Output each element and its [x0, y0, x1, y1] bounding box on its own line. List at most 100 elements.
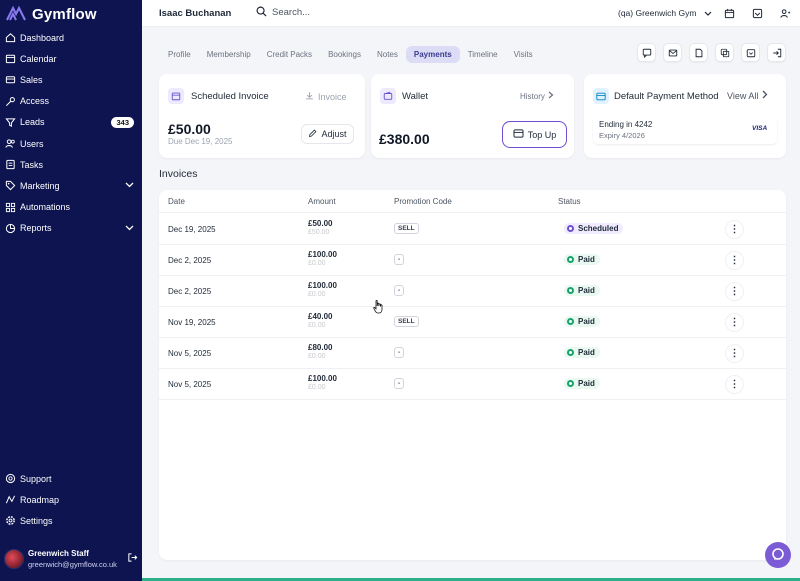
chat-support-button[interactable]: [765, 542, 791, 568]
sidebar-item-leads[interactable]: Leads 343: [0, 112, 142, 133]
chevron-down-icon: [704, 8, 712, 18]
history-link[interactable]: History: [520, 91, 554, 101]
home-icon: [4, 32, 16, 44]
staff-name: Greenwich Staff: [28, 549, 89, 558]
invoice-amount: £40.00: [308, 312, 333, 321]
tab-membership[interactable]: Membership: [199, 46, 259, 63]
table-row[interactable]: Dec 2, 2025 £100.00 £0.00 - Paid ⋮: [159, 276, 786, 307]
top-header: Isaac Buchanan Search... (qa) Greenwich …: [142, 0, 800, 27]
staff-account[interactable]: Greenwich Staff greenwich@gymflow.co.uk: [4, 548, 138, 570]
table-row[interactable]: Nov 19, 2025 £40.00 £0.00 SELL Paid ⋮: [159, 307, 786, 338]
table-row[interactable]: Dec 19, 2025 £50.00 £50.00 SELL Schedule…: [159, 214, 786, 245]
sidebar-item-marketing[interactable]: Marketing: [0, 175, 142, 196]
column-date: Date: [168, 197, 185, 206]
archive-icon[interactable]: [741, 43, 760, 62]
row-menu-button[interactable]: ⋮: [725, 282, 744, 301]
sidebar-item-label: Reports: [20, 223, 52, 234]
status-badge: Paid: [564, 285, 600, 296]
invoice-amount: £100.00: [308, 374, 337, 383]
profile-tabs: Profile Membership Credit Packs Bookings…: [160, 45, 541, 63]
invoice-amount-paid: £0.00: [308, 353, 326, 360]
tab-visits[interactable]: Visits: [506, 46, 541, 63]
payment-method-card: Default Payment Method View All Ending i…: [584, 74, 786, 158]
chevron-down-icon: [125, 224, 134, 233]
invoice-download-link[interactable]: Invoice: [305, 91, 347, 102]
sidebar-item-users[interactable]: Users: [0, 133, 142, 154]
row-menu-button[interactable]: ⋮: [725, 344, 744, 363]
copy-icon[interactable]: [715, 43, 734, 62]
calendar-icon[interactable]: [722, 6, 736, 20]
tab-profile[interactable]: Profile: [160, 46, 199, 63]
sidebar-item-automations[interactable]: Automations: [0, 197, 142, 218]
row-menu-button[interactable]: ⋮: [725, 251, 744, 270]
sidebar-item-label: Sales: [20, 74, 43, 85]
sidebar-item-dashboard[interactable]: Dashboard: [0, 27, 142, 48]
sidebar-item-sales[interactable]: Sales: [0, 69, 142, 90]
top-up-label: Top Up: [527, 129, 557, 140]
sidebar-item-label: Dashboard: [20, 32, 65, 43]
invoice-date: Dec 2, 2025: [168, 256, 212, 265]
exit-icon[interactable]: [767, 43, 786, 62]
view-all-link[interactable]: View All: [727, 90, 768, 101]
history-link-label: History: [520, 91, 545, 101]
sidebar-item-support[interactable]: Support: [0, 468, 142, 489]
brand[interactable]: Gymflow: [6, 4, 97, 24]
row-menu-button[interactable]: ⋮: [725, 313, 744, 332]
gym-select-value: (qa) Greenwich Gym: [618, 8, 697, 18]
sidebar-item-access[interactable]: Access: [0, 91, 142, 112]
invoice-date: Nov 5, 2025: [168, 349, 212, 358]
search-placeholder: Search...: [272, 7, 311, 18]
card-ending: Ending in 4242: [599, 120, 653, 129]
message-icon[interactable]: [637, 43, 656, 62]
status-dot-icon: [567, 349, 574, 356]
scheduled-invoice-title: Scheduled Invoice: [191, 91, 269, 102]
sidebar: Gymflow Dashboard Calendar Sales Access …: [0, 0, 142, 581]
support-icon: [4, 473, 16, 485]
key-icon: [4, 95, 16, 107]
top-up-button[interactable]: Top Up: [502, 121, 567, 148]
email-icon[interactable]: [663, 43, 682, 62]
tab-notes[interactable]: Notes: [369, 46, 406, 63]
logout-icon[interactable]: [127, 552, 138, 566]
table-row[interactable]: Dec 2, 2025 £100.00 £0.00 - Paid ⋮: [159, 245, 786, 276]
wallet-balance: £380.00: [379, 131, 430, 147]
invoice-amount-paid: £0.00: [308, 384, 326, 391]
row-menu-button[interactable]: ⋮: [725, 375, 744, 394]
invoice-amount: £100.00: [308, 250, 337, 259]
status-dot-icon: [567, 318, 574, 325]
table-row[interactable]: Nov 5, 2025 £100.00 £0.00 - Paid ⋮: [159, 369, 786, 400]
sidebar-item-label: Access: [20, 96, 50, 107]
inbox-icon[interactable]: [750, 6, 764, 20]
sidebar-item-reports[interactable]: Reports: [0, 218, 142, 239]
mouse-pointer-icon: [373, 300, 384, 316]
tag-icon: [4, 180, 16, 192]
gym-select[interactable]: (qa) Greenwich Gym: [618, 8, 712, 18]
promo-code: -: [394, 378, 405, 389]
sidebar-item-tasks[interactable]: Tasks: [0, 154, 142, 175]
document-icon[interactable]: [689, 43, 708, 62]
promo-code: -: [394, 347, 405, 358]
status-dot-icon: [567, 256, 574, 263]
table-row[interactable]: Nov 5, 2025 £80.00 £0.00 - Paid ⋮: [159, 338, 786, 369]
invoice-date: Dec 2, 2025: [168, 287, 212, 296]
search-input[interactable]: Search...: [256, 6, 310, 19]
pencil-icon: [308, 129, 317, 140]
card-expiry: Expiry 4/2026: [599, 131, 645, 140]
tab-credit-packs[interactable]: Credit Packs: [259, 46, 320, 63]
user-switch-icon[interactable]: [778, 6, 792, 20]
sidebar-item-label: Calendar: [20, 53, 57, 64]
adjust-label: Adjust: [321, 129, 347, 139]
sidebar-item-calendar[interactable]: Calendar: [0, 48, 142, 69]
status-badge: Paid: [564, 316, 600, 327]
adjust-button[interactable]: Adjust: [301, 124, 354, 144]
sidebar-item-roadmap[interactable]: Roadmap: [0, 489, 142, 510]
tab-payments[interactable]: Payments: [405, 45, 460, 63]
tab-timeline[interactable]: Timeline: [460, 46, 506, 63]
sidebar-item-settings[interactable]: Settings: [0, 510, 142, 531]
saved-card[interactable]: Ending in 4242 Expiry 4/2026 VISA: [593, 116, 777, 144]
status-badge: Paid: [564, 254, 600, 265]
gymflow-logo-icon: [6, 5, 26, 23]
row-menu-button[interactable]: ⋮: [725, 220, 744, 239]
tab-bookings[interactable]: Bookings: [320, 46, 369, 63]
invoice-amount: £100.00: [308, 281, 337, 290]
